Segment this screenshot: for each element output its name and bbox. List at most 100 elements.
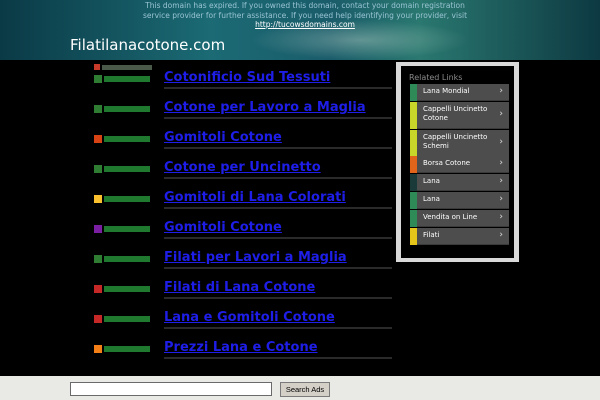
related-link-label: Cappelli Uncinetto Cotone — [423, 105, 488, 122]
result-row: Cotone per Lavoro a Maglia — [92, 98, 398, 122]
result-link[interactable]: Cotone per Lavoro a Maglia — [164, 100, 366, 115]
result-thumbnail[interactable] — [92, 222, 156, 236]
result-link[interactable]: Cotonificio Sud Tessuti — [164, 70, 330, 85]
result-description-placeholder — [164, 207, 392, 209]
result-row: Gomitoli Cotone — [92, 218, 398, 242]
result-thumbnail-label — [104, 76, 150, 82]
result-description-placeholder — [164, 117, 392, 119]
header: This domain has expired. If you owned th… — [0, 0, 600, 60]
result-thumbnail-label — [104, 166, 150, 172]
related-link-item[interactable]: Lana › — [410, 174, 509, 191]
result-row: Cotonificio Sud Tessuti — [92, 68, 398, 92]
result-icon — [94, 105, 102, 113]
related-link-color-bar — [410, 228, 417, 245]
result-thumbnail-label — [104, 346, 150, 352]
result-description-placeholder — [164, 297, 392, 299]
result-thumbnail[interactable] — [92, 192, 156, 206]
result-link[interactable]: Filati per Lavori a Maglia — [164, 250, 347, 265]
result-thumbnail[interactable] — [92, 102, 156, 116]
related-link-item[interactable]: Lana Mondial › — [410, 84, 509, 101]
chevron-right-icon: › — [499, 176, 503, 186]
chevron-right-icon: › — [499, 86, 503, 96]
result-thumbnail-label — [104, 136, 150, 142]
result-row: Cotone per Uncinetto — [92, 158, 398, 182]
result-row: Prezzi Lana e Cotone — [92, 338, 398, 362]
related-links-title: Related Links — [409, 73, 463, 82]
related-link-color-bar — [410, 174, 417, 191]
result-thumbnail-label — [104, 316, 150, 322]
chevron-right-icon: › — [499, 212, 503, 222]
site-title: Filatilanacotone.com — [70, 36, 226, 54]
result-thumbnail[interactable] — [92, 72, 156, 86]
chevron-right-icon: › — [499, 194, 503, 204]
result-row: Lana e Gomitoli Cotone — [92, 308, 398, 332]
chevron-right-icon: › — [499, 137, 503, 147]
result-thumbnail[interactable] — [92, 282, 156, 296]
related-link-label: Vendita on Line — [423, 213, 478, 221]
related-link-item[interactable]: Borsa Cotone › — [410, 156, 509, 173]
result-thumbnail[interactable] — [92, 312, 156, 326]
related-link-item[interactable]: Vendita on Line › — [410, 210, 509, 227]
result-description-placeholder — [164, 177, 392, 179]
result-thumbnail-label — [104, 226, 150, 232]
result-link[interactable]: Gomitoli di Lana Colorati — [164, 190, 346, 205]
result-icon — [94, 315, 102, 323]
result-icon — [94, 285, 102, 293]
result-icon — [94, 135, 102, 143]
result-thumbnail[interactable] — [92, 342, 156, 356]
related-link-color-bar — [410, 192, 417, 209]
result-link[interactable]: Prezzi Lana e Cotone — [164, 340, 318, 355]
result-description-placeholder — [164, 267, 392, 269]
search-ads-button[interactable]: Search Ads — [280, 382, 330, 397]
related-link-color-bar — [410, 84, 417, 101]
result-icon — [94, 195, 102, 203]
related-link-label: Cappelli Uncinetto Schemi — [423, 133, 488, 150]
result-description-placeholder — [164, 147, 392, 149]
result-description-placeholder — [164, 327, 392, 329]
result-link[interactable]: Lana e Gomitoli Cotone — [164, 310, 335, 325]
result-row: Gomitoli di Lana Colorati — [92, 188, 398, 212]
related-link-color-bar — [410, 156, 417, 173]
related-link-label: Lana Mondial — [423, 87, 470, 95]
result-row: Filati di Lana Cotone — [92, 278, 398, 302]
result-thumbnail-label — [104, 196, 150, 202]
result-thumbnail[interactable] — [92, 162, 156, 176]
chevron-right-icon: › — [499, 230, 503, 240]
result-link[interactable]: Cotone per Uncinetto — [164, 160, 321, 175]
result-icon — [94, 255, 102, 263]
search-input[interactable] — [70, 382, 272, 396]
related-link-label: Borsa Cotone — [423, 159, 471, 167]
related-link-color-bar — [410, 102, 417, 129]
related-link-label: Filati — [423, 231, 440, 239]
related-link-label: Lana — [423, 177, 440, 185]
result-description-placeholder — [164, 87, 392, 89]
result-thumbnail-label — [104, 106, 150, 112]
related-link-item[interactable]: Cappelli Uncinetto Schemi › — [410, 130, 509, 157]
page: This domain has expired. If you owned th… — [0, 0, 600, 400]
result-row: Filati per Lavori a Maglia — [92, 248, 398, 272]
related-link-color-bar — [410, 130, 417, 157]
result-link[interactable]: Gomitoli Cotone — [164, 130, 282, 145]
result-icon — [94, 345, 102, 353]
registrar-link[interactable]: http://tucowsdomains.com — [255, 20, 355, 29]
related-link-item[interactable]: Filati › — [410, 228, 509, 245]
result-icon — [94, 75, 102, 83]
result-icon — [94, 225, 102, 233]
result-thumbnail[interactable] — [92, 252, 156, 266]
result-icon — [94, 165, 102, 173]
result-link[interactable]: Gomitoli Cotone — [164, 220, 282, 235]
related-link-item[interactable]: Lana › — [410, 192, 509, 209]
chevron-right-icon: › — [499, 109, 503, 119]
related-link-item[interactable]: Cappelli Uncinetto Cotone › — [410, 102, 509, 129]
expired-domain-notice: This domain has expired. If you owned th… — [140, 1, 470, 30]
result-thumbnail-label — [104, 286, 150, 292]
result-thumbnail[interactable] — [92, 132, 156, 146]
notice-text: This domain has expired. If you owned th… — [142, 1, 468, 20]
result-row: Gomitoli Cotone — [92, 128, 398, 152]
result-description-placeholder — [164, 237, 392, 239]
result-description-placeholder — [164, 357, 392, 359]
related-link-label: Lana — [423, 195, 440, 203]
result-link[interactable]: Filati di Lana Cotone — [164, 280, 315, 295]
result-thumbnail-label — [104, 256, 150, 262]
related-link-color-bar — [410, 210, 417, 227]
